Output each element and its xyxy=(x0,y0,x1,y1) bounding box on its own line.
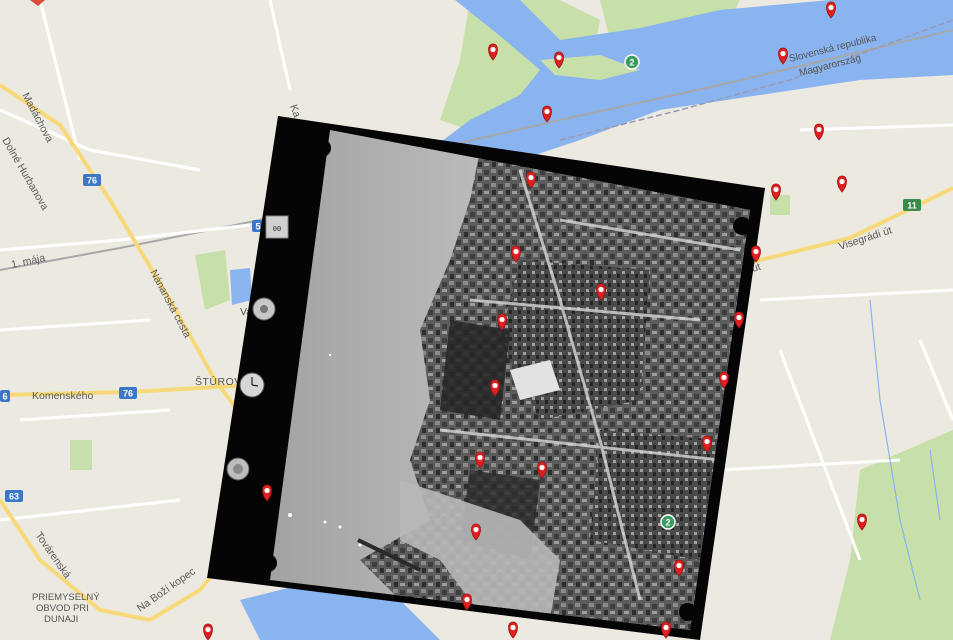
map-pin-icon[interactable] xyxy=(837,175,847,193)
map-pin-icon[interactable] xyxy=(497,313,507,331)
map-pin-icon[interactable] xyxy=(734,311,744,329)
map-pin-icon[interactable] xyxy=(488,43,498,61)
map-pin-icon[interactable] xyxy=(814,123,824,141)
map-pin-icon[interactable] xyxy=(771,183,781,201)
map-pin-icon[interactable] xyxy=(661,621,671,639)
map-viewport[interactable]: Madáchova Dolné Hurbanova Komenského ŠTÚ… xyxy=(0,0,953,640)
map-pin-icon[interactable] xyxy=(857,513,867,531)
map-pin-icon[interactable] xyxy=(674,559,684,577)
map-pin-icon[interactable] xyxy=(751,245,761,263)
map-pin-icon[interactable] xyxy=(542,105,552,123)
map-pin-icon[interactable] xyxy=(537,461,547,479)
map-pin-icon[interactable] xyxy=(475,451,485,469)
map-pin-icon[interactable] xyxy=(596,283,606,301)
map-pin-icon[interactable] xyxy=(490,379,500,397)
map-pin-icon[interactable] xyxy=(526,171,536,189)
map-pin-icon[interactable] xyxy=(719,371,729,389)
map-pin-icon[interactable] xyxy=(778,47,788,65)
map-pin-icon[interactable] xyxy=(203,623,213,640)
map-pin-icon[interactable] xyxy=(511,245,521,263)
map-pin-icon[interactable] xyxy=(554,51,564,69)
map-pins-layer xyxy=(203,1,867,640)
map-pin-icon[interactable] xyxy=(262,484,272,502)
map-pin-icon[interactable] xyxy=(508,621,518,639)
map-pin-icon[interactable] xyxy=(826,1,836,19)
map-pin-icon[interactable] xyxy=(462,593,472,611)
map-pin-icon[interactable] xyxy=(702,435,712,453)
map-pin-icon[interactable] xyxy=(471,523,481,541)
